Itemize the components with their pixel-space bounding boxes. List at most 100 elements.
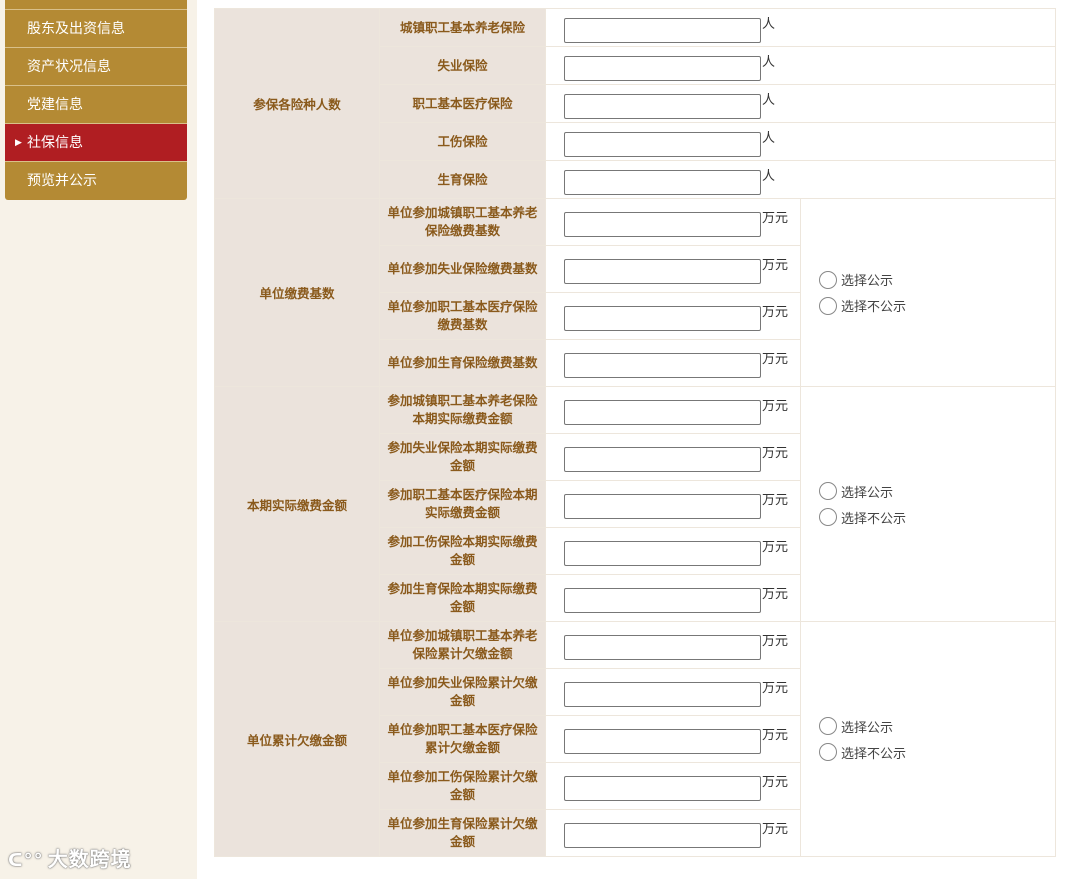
- amount-input[interactable]: [564, 400, 761, 425]
- radio-button[interactable]: [819, 508, 837, 526]
- field-cell: 万元: [545, 527, 801, 575]
- publish-option-group: 选择公示 选择不公示: [800, 386, 1056, 622]
- amount-input[interactable]: [564, 682, 761, 707]
- field-label: 参加城镇职工基本养老保险本期实际缴费金额: [379, 386, 546, 434]
- form-row: 本期实际缴费金额 参加城镇职工基本养老保险本期实际缴费金额 万元 选择公示 选择不公示: [214, 386, 1056, 622]
- field-cell: 万元: [545, 574, 801, 622]
- main-panel: 参保各险种人数 城镇职工基本养老保险人失业保险人职工基本医疗保险人工伤保险人生育保…: [197, 0, 1080, 879]
- section-title: 单位累计欠缴金额: [214, 621, 380, 857]
- amount-input[interactable]: [564, 169, 761, 195]
- radio-label: 选择公示: [841, 485, 894, 501]
- unit-label: 万元: [762, 540, 789, 555]
- field-label: 参加职工基本医疗保险本期实际缴费金额: [379, 480, 546, 528]
- section-title: 单位缴费基数: [214, 198, 380, 387]
- amount-input[interactable]: [564, 541, 761, 566]
- sidebar-item-label: 党建信息: [27, 97, 83, 113]
- field-cell: 人: [545, 84, 1056, 123]
- unit-label: 万元: [762, 822, 789, 837]
- option-publish[interactable]: 选择公示: [819, 713, 1055, 739]
- radio-button[interactable]: [819, 296, 837, 315]
- field-label: 参加工伤保险本期实际缴费金额: [379, 527, 546, 575]
- amount-input[interactable]: [564, 131, 761, 157]
- unit-label: 万元: [762, 775, 789, 790]
- radio-button[interactable]: [819, 482, 837, 500]
- field-label: 单位参加生育保险累计欠缴金额: [379, 809, 546, 857]
- caret-right-icon: ▶: [15, 138, 22, 148]
- unit-label: 万元: [762, 493, 789, 508]
- amount-input[interactable]: [564, 93, 761, 119]
- field-cell: 万元: [545, 668, 801, 716]
- radio-button[interactable]: [819, 270, 837, 289]
- amount-input[interactable]: [564, 306, 761, 331]
- form-row: 单位缴费基数 单位参加城镇职工基本养老保险缴费基数 万元 选择公示 选择不公示: [214, 198, 1056, 387]
- radio-button[interactable]: [819, 743, 837, 761]
- amount-input[interactable]: [564, 823, 761, 848]
- field-label: 参加失业保险本期实际缴费金额: [379, 433, 546, 481]
- amount-input[interactable]: [564, 353, 761, 378]
- sidebar-item-preview-publish[interactable]: 预览并公示: [5, 162, 187, 200]
- radio-label: 选择不公示: [841, 511, 907, 527]
- sidebar-item-shareholders[interactable]: 股东及出资信息: [5, 10, 187, 48]
- field-label: 单位参加职工基本医疗保险累计欠缴金额: [379, 715, 546, 763]
- unit-label: 万元: [762, 352, 789, 367]
- radio-label: 选择公示: [841, 274, 894, 289]
- section-title: 参保各险种人数: [214, 8, 380, 199]
- field-label: 单位参加失业保险累计欠缴金额: [379, 668, 546, 716]
- watermark-text: 大数跨境: [47, 847, 132, 871]
- field-cell: 人: [545, 122, 1056, 161]
- sidebar-item-label: 社保信息: [27, 135, 83, 151]
- amount-input[interactable]: [564, 17, 761, 43]
- field-cell: 万元: [545, 198, 801, 246]
- field-cell: 万元: [545, 292, 801, 340]
- field-cell: 万元: [545, 245, 801, 293]
- field-label: 工伤保险: [379, 122, 546, 161]
- unit-label: 人: [762, 168, 776, 184]
- option-publish[interactable]: 选择公示: [819, 478, 1055, 504]
- form-row: 参保各险种人数 城镇职工基本养老保险人: [214, 8, 1056, 199]
- field-cell: 万元: [545, 480, 801, 528]
- watermark-logo-icon: ᑕ°°: [8, 850, 44, 871]
- amount-input[interactable]: [564, 729, 761, 754]
- amount-input[interactable]: [564, 447, 761, 472]
- field-cell: 万元: [545, 386, 801, 434]
- field-label: 单位参加城镇职工基本养老保险缴费基数: [379, 198, 546, 246]
- unit-label: 万元: [762, 681, 789, 696]
- field-cell: 人: [545, 160, 1056, 199]
- field-label: 职工基本医疗保险: [379, 84, 546, 123]
- sidebar-item-social-insurance[interactable]: ▶ 社保信息: [5, 124, 187, 162]
- sidebar-item-label: 股东及出资信息: [27, 21, 125, 37]
- unit-label: 人: [762, 16, 776, 32]
- sidebar-item-assets[interactable]: 资产状况信息: [5, 48, 187, 86]
- amount-input[interactable]: [564, 212, 761, 237]
- field-label: 参加生育保险本期实际缴费金额: [379, 574, 546, 622]
- option-not-publish[interactable]: 选择不公示: [819, 739, 1055, 765]
- radio-label: 选择不公示: [841, 300, 907, 315]
- option-not-publish[interactable]: 选择不公示: [819, 293, 1055, 319]
- field-label: 生育保险: [379, 160, 546, 199]
- sidebar-nav: 股东及出资信息 资产状况信息 党建信息 ▶ 社保信息 预览并公示: [5, 0, 187, 200]
- field-cell: 万元: [545, 715, 801, 763]
- field-label: 城镇职工基本养老保险: [379, 8, 546, 47]
- sidebar-item-party[interactable]: 党建信息: [5, 86, 187, 124]
- sidebar-item-previous[interactable]: [5, 0, 187, 10]
- amount-input[interactable]: [564, 588, 761, 613]
- option-publish[interactable]: 选择公示: [819, 267, 1055, 293]
- unit-label: 人: [762, 54, 776, 70]
- amount-input[interactable]: [564, 55, 761, 81]
- field-cell: 人: [545, 46, 1056, 85]
- field-cell: 万元: [545, 762, 801, 810]
- amount-input[interactable]: [564, 635, 761, 660]
- radio-button[interactable]: [819, 717, 837, 735]
- unit-label: 万元: [762, 399, 789, 414]
- field-label: 单位参加城镇职工基本养老保险累计欠缴金额: [379, 621, 546, 669]
- amount-input[interactable]: [564, 259, 761, 284]
- field-cell: 万元: [545, 339, 801, 387]
- publish-option-group: 选择公示选择不公示: [800, 621, 1056, 857]
- amount-input[interactable]: [564, 776, 761, 801]
- unit-label: 万元: [762, 211, 789, 226]
- amount-input[interactable]: [564, 494, 761, 519]
- option-not-publish[interactable]: 选择不公示: [819, 504, 1055, 530]
- radio-label: 选择公示: [841, 720, 894, 736]
- unit-label: 万元: [762, 258, 789, 273]
- section-title: 本期实际缴费金额: [214, 386, 380, 622]
